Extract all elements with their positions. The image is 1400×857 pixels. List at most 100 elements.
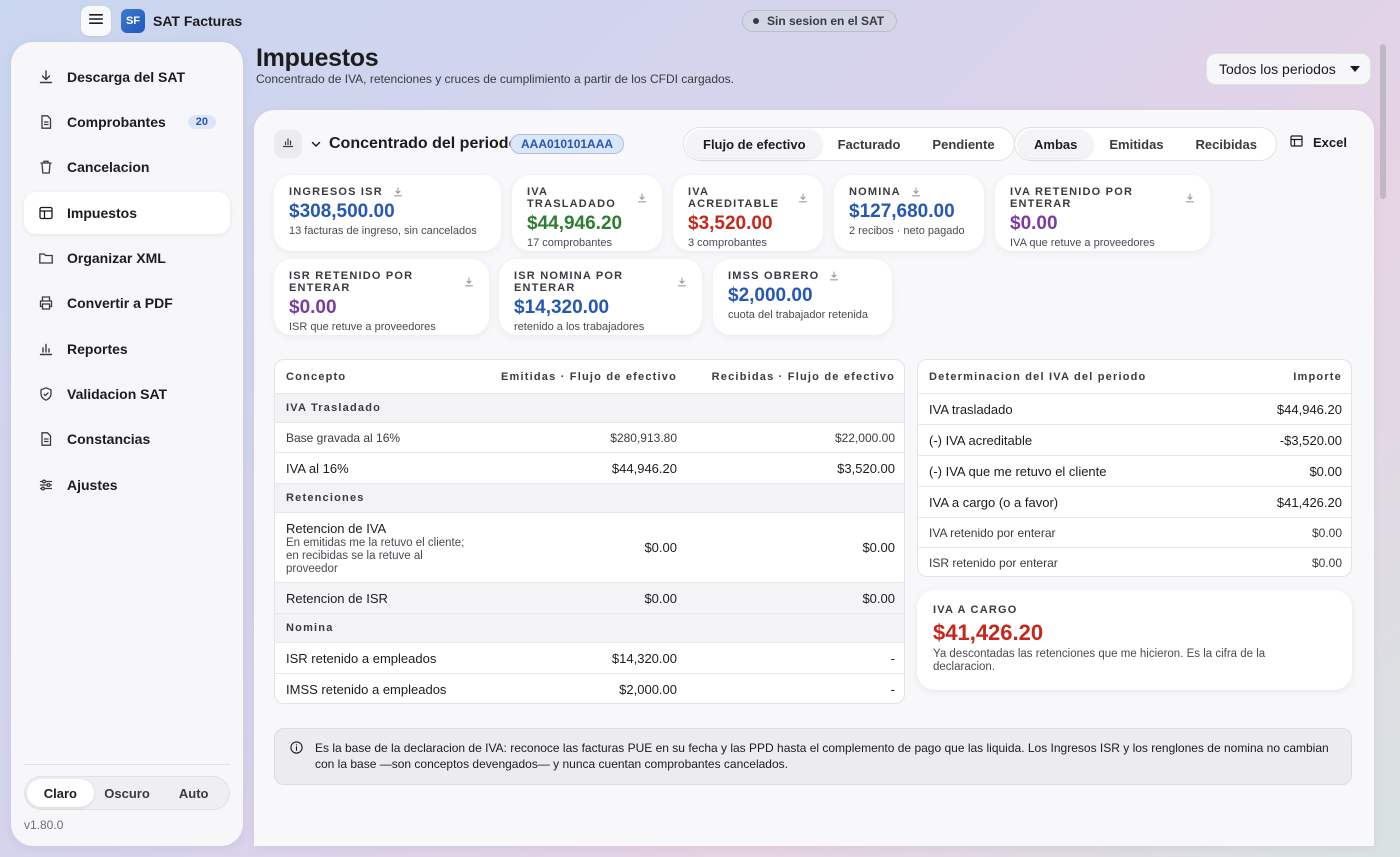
table-row: IVA retenido por enterar $0.00 <box>918 517 1351 547</box>
period-select-value: Todos los periodos <box>1219 61 1336 77</box>
sliders-icon <box>38 477 54 493</box>
session-status-badge[interactable]: Sin sesion en el SAT <box>742 10 898 32</box>
info-icon <box>290 741 303 758</box>
row-amount: -$3,520.00 <box>1279 432 1342 448</box>
chart-toggle-button[interactable] <box>274 130 302 158</box>
theme-option-claro[interactable]: Claro <box>27 779 94 807</box>
page-title: Impuestos <box>256 44 379 72</box>
row-label: Retencion de IVA <box>286 521 387 536</box>
app-version: v1.80.0 <box>24 818 64 832</box>
sidebar-item-cancelacion[interactable]: Cancelacion <box>24 146 230 188</box>
download-icon <box>38 69 54 85</box>
table-row: Retencion de IVA En emitidas me la retuv… <box>275 512 904 582</box>
page-scrollbar[interactable] <box>1380 44 1386 199</box>
theme-option-oscuro[interactable]: Oscuro <box>94 779 161 807</box>
table-section-row: Nomina <box>275 613 904 642</box>
row-label: ISR retenido a empleados <box>286 650 437 666</box>
sidebar-item-label: Descarga del SAT <box>67 69 186 85</box>
download-icon[interactable] <box>677 277 687 287</box>
card-label: Ingresos ISR <box>289 186 383 198</box>
section-label: Nomina <box>286 622 334 634</box>
sidebar-item-validacion-sat[interactable]: Validacion SAT <box>24 373 230 415</box>
download-icon[interactable] <box>1185 193 1195 203</box>
sidebar-item-reportes[interactable]: Reportes <box>24 328 230 370</box>
row-label: IVA trasladado <box>929 401 1013 417</box>
sidebar-item-label: Reportes <box>67 341 128 357</box>
sidebar-item-organizar-xml[interactable]: Organizar XML <box>24 237 230 279</box>
sidebar-item-impuestos[interactable]: Impuestos <box>24 192 230 234</box>
basis-option-pendiente[interactable]: Pendiente <box>916 130 1010 158</box>
column-header: Determinacion del IVA del periodo <box>929 370 1147 383</box>
main-panel: Concentrado del periodo AAA010101AAA Flu… <box>254 110 1374 846</box>
direction-option-ambas[interactable]: Ambas <box>1018 130 1094 158</box>
printer-icon <box>38 295 54 311</box>
document-icon <box>38 114 54 130</box>
excel-export-button[interactable]: Excel <box>1290 135 1347 150</box>
cell-emitidas: $14,320.00 <box>611 650 677 666</box>
row-label-block: Retencion de IVA En emitidas me la retuv… <box>286 521 471 576</box>
kpi-card-imss-obrero: IMSS Obrero $2,000.00 cuota del trabajad… <box>713 259 892 335</box>
table-row: (-) IVA que me retuvo el cliente $0.00 <box>918 455 1351 486</box>
app-title: SAT Facturas <box>153 13 243 29</box>
download-icon[interactable] <box>911 187 921 197</box>
card-subtitle: retenido a los trabajadores <box>514 321 645 333</box>
count-badge: 20 <box>187 115 216 129</box>
table-row: Retencion de ISR $0.00 $0.00 <box>275 582 904 613</box>
card-value: $0.00 <box>289 297 337 318</box>
status-dot-icon <box>753 18 759 24</box>
download-icon[interactable] <box>829 271 839 281</box>
sidebar-item-label: Cancelacion <box>67 159 150 175</box>
table-row: (-) IVA acreditable -$3,520.00 <box>918 424 1351 455</box>
sidebar-item-label: Organizar XML <box>67 250 166 266</box>
period-select[interactable]: Todos los periodos <box>1206 53 1371 85</box>
basis-option-facturado[interactable]: Facturado <box>822 130 917 158</box>
sidebar-item-convertir-pdf[interactable]: Convertir a PDF <box>24 282 230 324</box>
download-icon[interactable] <box>637 193 647 203</box>
basis-option-flujo[interactable]: Flujo de efectivo <box>687 130 822 158</box>
menu-button[interactable] <box>81 6 111 36</box>
chevron-down-icon[interactable] <box>310 137 322 155</box>
card-label: Nomina <box>849 186 901 198</box>
card-label: ISR Retenido por enterar <box>289 270 414 294</box>
kpi-card-isr-nomina: ISR Nomina por enterar $14,320.00 reteni… <box>499 259 702 335</box>
column-header: Recibidas · Flujo de efectivo <box>711 370 895 383</box>
section-label: Retenciones <box>286 492 365 504</box>
kpi-card-iva-retenido: IVA Retenido por enterar $0.00 IVA que r… <box>995 175 1210 251</box>
direction-option-recibidas[interactable]: Recibidas <box>1180 130 1273 158</box>
sidebar-item-constancias[interactable]: Constancias <box>24 418 230 460</box>
card-label: IVA Acreditable <box>688 186 780 210</box>
download-icon[interactable] <box>393 187 403 197</box>
card-value: $41,426.20 <box>933 620 1044 645</box>
sidebar: Descarga del SAT Comprobantes 20 Cancela… <box>11 42 243 846</box>
card-value: $14,320.00 <box>514 297 610 318</box>
download-icon[interactable] <box>798 193 808 203</box>
card-value: $2,000.00 <box>728 285 813 306</box>
sidebar-item-label: Ajustes <box>67 477 118 493</box>
cell-recibidas: - <box>890 650 895 666</box>
row-label: Base gravada al 16% <box>286 430 401 445</box>
sidebar-item-comprobantes[interactable]: Comprobantes 20 <box>24 101 230 143</box>
sidebar-item-ajustes[interactable]: Ajustes <box>24 464 230 506</box>
info-note-text: Es la base de la declaracion de IVA: rec… <box>315 741 1329 771</box>
table-header-row: Concepto Emitidas · Flujo de efectivo Re… <box>275 360 904 393</box>
row-label: IMSS retenido a empleados <box>286 681 447 697</box>
kpi-card-isr-retenido: ISR Retenido por enterar $0.00 ISR que r… <box>274 259 489 335</box>
direction-option-emitidas[interactable]: Emitidas <box>1093 130 1179 158</box>
card-value: $44,946.20 <box>527 213 623 234</box>
card-value: $3,520.00 <box>688 213 773 234</box>
table-row: IVA trasladado $44,946.20 <box>918 393 1351 424</box>
sidebar-item-descarga[interactable]: Descarga del SAT <box>24 56 230 98</box>
theme-option-auto[interactable]: Auto <box>160 779 227 807</box>
download-icon[interactable] <box>464 277 474 287</box>
spreadsheet-icon <box>1290 135 1303 150</box>
card-label: IVA Trasladado <box>527 186 616 210</box>
table-icon <box>38 205 54 221</box>
cell-recibidas: - <box>890 681 895 697</box>
cell-emitidas: $2,000.00 <box>619 681 677 697</box>
cell-recibidas: $0.00 <box>862 590 895 606</box>
column-header: Importe <box>1293 370 1342 383</box>
sidebar-item-label: Impuestos <box>67 205 138 221</box>
card-subtitle: 13 facturas de ingreso, sin cancelados <box>289 225 477 237</box>
info-note: Es la base de la declaracion de IVA: rec… <box>274 728 1352 785</box>
table-row: ISR retenido a empleados $14,320.00 - <box>275 642 904 673</box>
